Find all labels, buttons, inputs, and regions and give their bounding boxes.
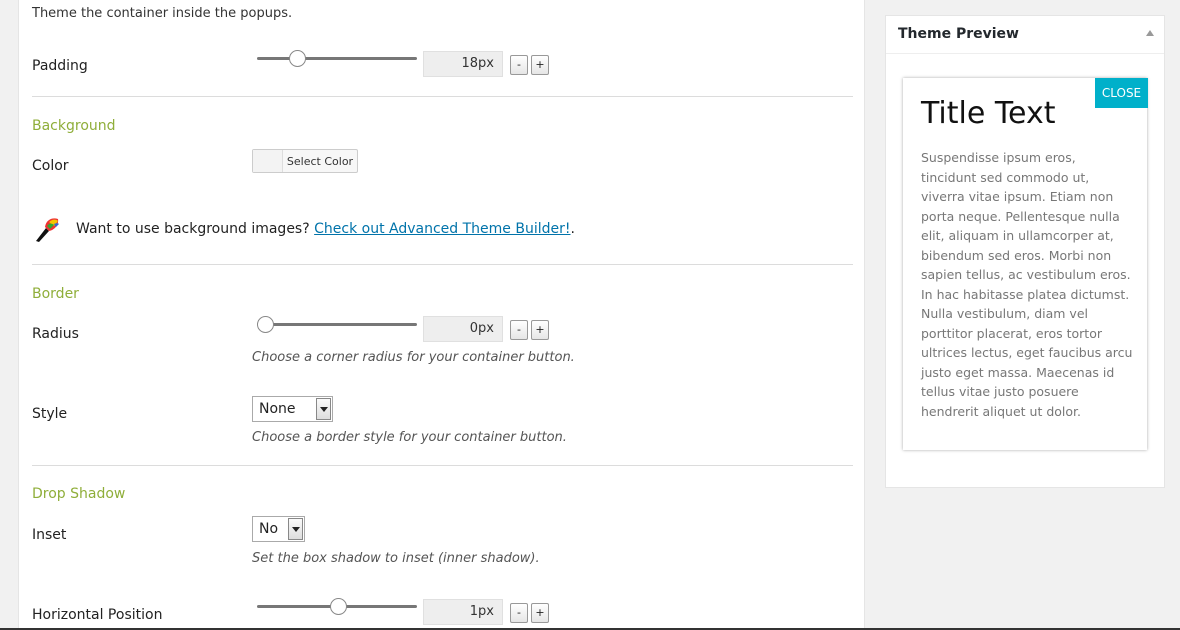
padding-label: Padding [32,58,88,74]
horizontal-position-decrement-button[interactable]: - [510,603,528,623]
border-style-value: None [259,401,296,417]
color-swatch [253,150,283,172]
padding-slider[interactable] [257,49,417,69]
slider-thumb[interactable] [288,50,306,67]
padding-increment-button[interactable]: + [531,55,549,75]
select-color-label: Select Color [286,154,354,168]
settings-panel: Theme the container inside the popups. P… [18,0,865,630]
divider [32,96,853,97]
style-label: Style [32,406,68,422]
horizontal-position-value-input[interactable]: 1px [423,599,503,625]
theme-preview-box: Theme Preview Title Text Suspendisse ips… [885,15,1165,488]
inset-value: No [259,521,279,537]
popup-close-button[interactable]: CLOSE [1095,78,1148,108]
popup-preview: Title Text Suspendisse ipsum eros, tinci… [903,78,1148,450]
popup-body-text: Suspendisse ipsum eros, tincidunt sed co… [921,150,1133,419]
radius-decrement-button[interactable]: - [510,320,528,340]
radius-value-input[interactable]: 0px [423,316,503,342]
promo-text: Want to use background images? [76,221,310,237]
padding-decrement-button[interactable]: - [510,55,528,75]
intro-text: Theme the container inside the popups. [32,6,293,21]
padding-value-input[interactable]: 18px [423,51,503,77]
background-section-title: Background [32,118,116,134]
radius-slider[interactable] [257,315,417,335]
border-section-title: Border [32,286,79,302]
slider-track [257,323,417,326]
inset-select[interactable]: No [252,516,305,542]
inset-hint: Set the box shadow to inset (inner shado… [252,551,540,566]
advanced-theme-promo: Want to use background images? Check out… [32,214,575,244]
promo-suffix: . [570,221,575,237]
chevron-down-icon [288,518,303,540]
collapse-arrow-icon[interactable] [1146,30,1154,36]
radius-hint: Choose a corner radius for your containe… [252,350,575,365]
horizontal-position-label: Horizontal Position [32,607,163,623]
radius-label: Radius [32,326,79,342]
color-label: Color [32,158,69,174]
slider-track [257,57,417,60]
drop-shadow-section-title: Drop Shadow [32,486,126,502]
style-hint: Choose a border style for your container… [252,430,567,445]
radius-increment-button[interactable]: + [531,320,549,340]
theme-preview-title: Theme Preview [898,26,1019,42]
horizontal-position-increment-button[interactable]: + [531,603,549,623]
divider [32,264,853,265]
theme-preview-header[interactable]: Theme Preview [886,16,1164,54]
inset-label: Inset [32,527,67,543]
border-style-select[interactable]: None [252,396,333,422]
chevron-down-icon [316,398,331,420]
select-color-button[interactable]: Select Color [252,149,358,173]
slider-thumb[interactable] [257,316,274,333]
divider [32,465,853,466]
popup-title: Title Text [921,96,1056,131]
advanced-theme-builder-link[interactable]: Check out Advanced Theme Builder! [314,221,570,237]
horizontal-position-slider[interactable] [257,597,417,617]
paintbrush-icon [36,218,59,242]
slider-thumb[interactable] [330,598,348,615]
